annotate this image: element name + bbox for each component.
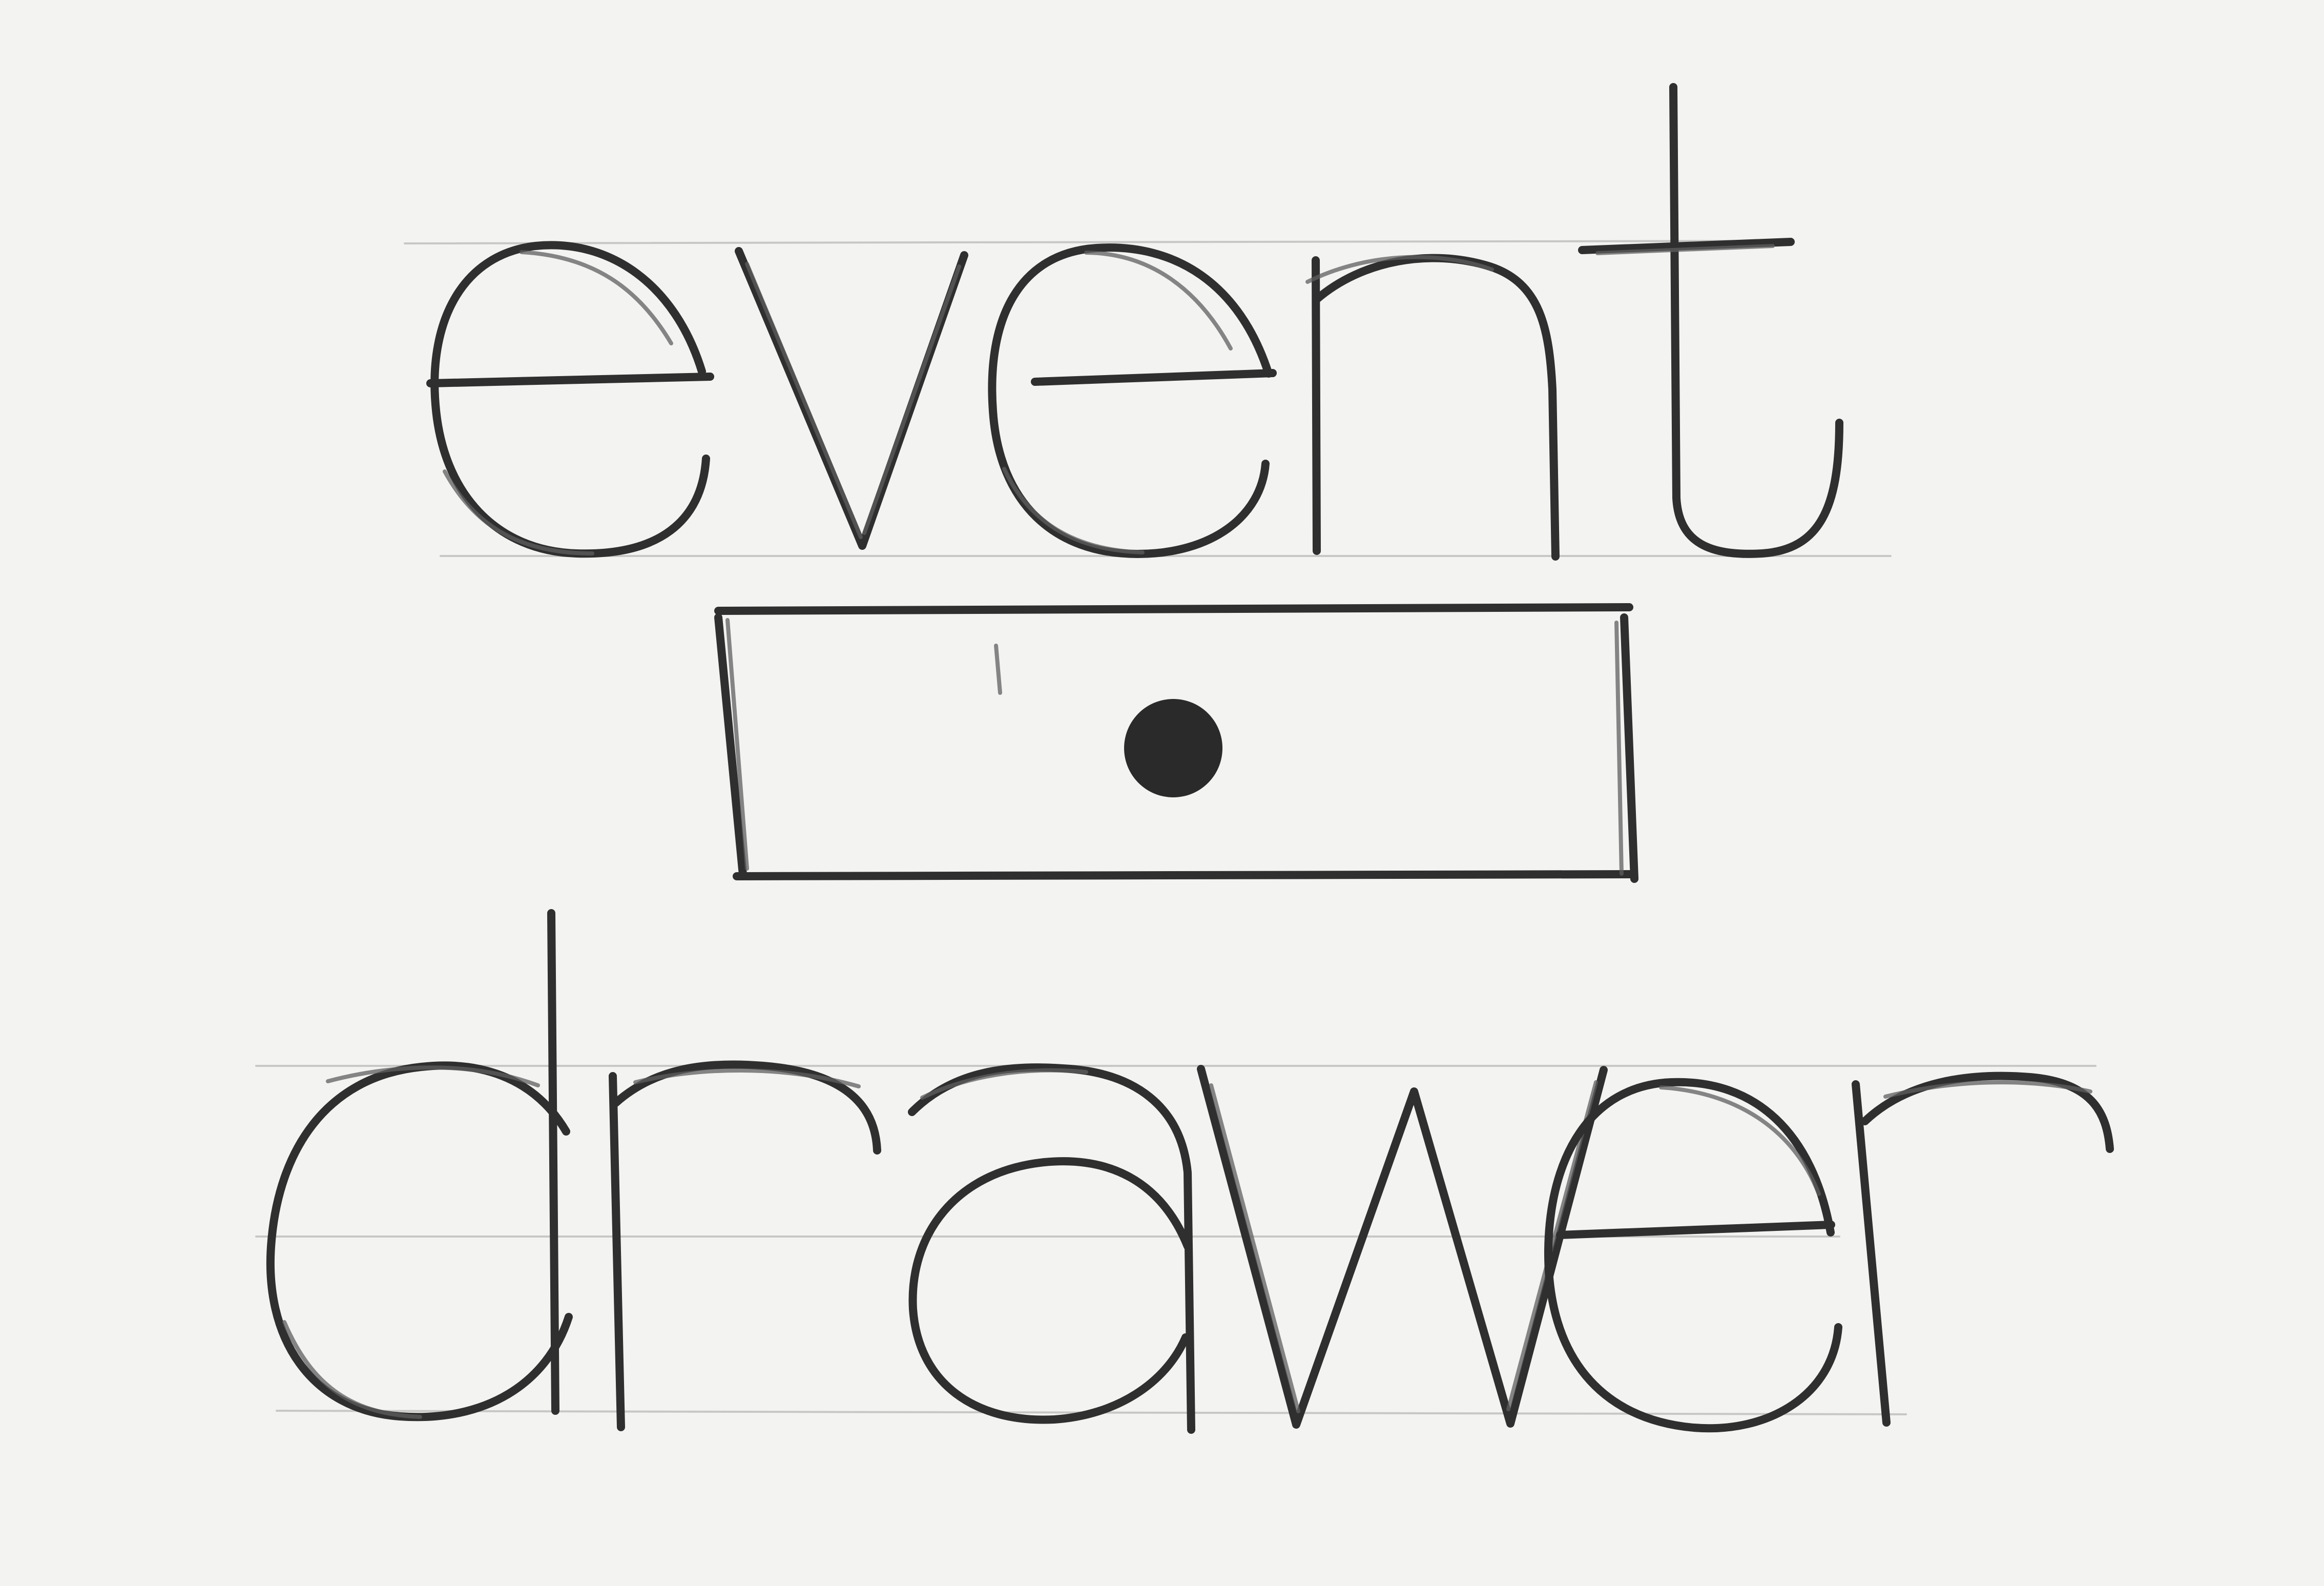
guide-lines xyxy=(255,240,2097,1415)
pencil-sketch-canvas xyxy=(255,83,2114,1434)
letter-r-second xyxy=(1852,1072,2114,1427)
letter-t xyxy=(1578,83,1843,558)
letter-w xyxy=(1197,1065,1608,1429)
letter-e-first xyxy=(426,241,714,558)
letter-v xyxy=(735,247,968,550)
upper-guide-line xyxy=(404,240,1789,244)
drawer-knob xyxy=(1124,699,1222,797)
word-event-lettering xyxy=(426,83,1843,561)
letter-e-lower xyxy=(1544,1078,1842,1433)
letter-r-first xyxy=(609,1060,881,1431)
letter-e-second xyxy=(988,243,1277,558)
word-drawer-lettering xyxy=(266,909,2114,1434)
letter-a xyxy=(908,1063,1195,1434)
letter-d xyxy=(266,909,573,1422)
letter-n xyxy=(1305,254,1560,561)
drawer-icon xyxy=(714,603,1638,883)
